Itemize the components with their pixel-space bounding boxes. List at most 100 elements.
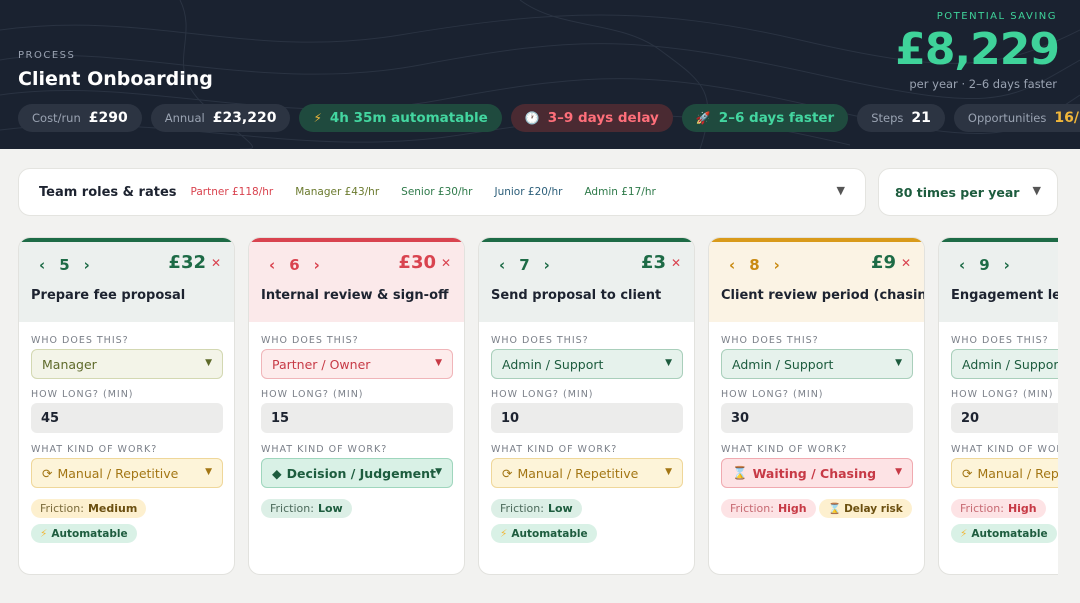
team-roles-dropdown[interactable]: Team roles & rates Partner £118/hr Manag… [18, 168, 866, 216]
step-card: ‹ 9 › Engagement lette WHO DOES THIS? Ad… [938, 237, 1058, 575]
chevron-left-icon[interactable]: ‹ [39, 256, 45, 274]
automatable-pill: ⚡ 4h 35m automatable [299, 104, 502, 132]
diamond-icon: ◆ [272, 465, 282, 481]
kind-label: WHAT KIND OF WORK? [721, 444, 848, 455]
minutes-input[interactable]: 10 [491, 403, 683, 433]
chevron-left-icon[interactable]: ‹ [729, 256, 735, 274]
kind-label: WHAT KIND OF WORK? [491, 444, 618, 455]
kind-value: Decision / Judgement [286, 465, 436, 481]
chevron-left-icon[interactable]: ‹ [269, 256, 275, 274]
who-label: WHO DOES THIS? [261, 335, 359, 346]
hourglass-icon: ⌛ [732, 465, 748, 480]
role-rate-partner: Partner £118/hr [190, 186, 274, 198]
chevron-right-icon[interactable]: › [774, 256, 780, 274]
pill-label: Steps [871, 111, 904, 125]
who-select[interactable]: Manager ▼ [31, 349, 223, 379]
pill-text: 3–9 days delay [547, 110, 659, 126]
who-value: Admin / Support [502, 356, 604, 372]
steps-pill: Steps 21 [857, 104, 945, 132]
pill-text: 2–6 days faster [718, 110, 835, 126]
chevron-right-icon[interactable]: › [1004, 256, 1010, 274]
close-icon[interactable]: ✕ [671, 256, 681, 270]
lightning-icon: ⚡ [500, 527, 508, 540]
chevron-down-icon: ▼ [1032, 184, 1041, 197]
chevron-down-icon: ▼ [665, 467, 672, 477]
minutes-input[interactable]: 20 [951, 403, 1058, 433]
who-value: Manager [42, 356, 97, 372]
lightning-icon: ⚡ [40, 527, 48, 540]
minutes-input[interactable]: 45 [31, 403, 223, 433]
role-rate-junior: Junior £20/hr [494, 186, 563, 198]
friction-badge: Friction: Low [261, 499, 352, 518]
friction-badge: Friction: Medium [31, 499, 147, 518]
kind-label: WHAT KIND OF WORK? [951, 444, 1058, 455]
chevron-down-icon: ▼ [836, 184, 845, 197]
kind-select[interactable]: ⌛ Waiting / Chasing ▼ [721, 458, 913, 488]
friction-label: Friction: [40, 502, 84, 515]
frequency-select[interactable]: 80 times per year ▼ [878, 168, 1058, 216]
step-card: ‹ 6 › £30 ✕ Internal review & sign-off W… [248, 237, 465, 575]
step-card: ‹ 7 › £3 ✕ Send proposal to client WHO D… [478, 237, 695, 575]
who-label: WHO DOES THIS? [951, 335, 1049, 346]
friction-value: Medium [87, 502, 138, 515]
friction-label: Friction: [500, 502, 544, 515]
step-name: Engagement lette [951, 288, 1058, 303]
pill-label: Cost/run [32, 111, 81, 125]
frequency-value: 80 times per year [895, 184, 1020, 200]
who-select[interactable]: Admin / Support ▼ [491, 349, 683, 379]
chevron-down-icon: ▼ [435, 467, 442, 477]
pill-value: £290 [88, 110, 128, 126]
how-long-label: HOW LONG? (MIN) [491, 389, 594, 400]
step-number: 5 [59, 256, 70, 274]
saving-subtitle: per year · 2–6 days faster [909, 77, 1057, 91]
chevron-left-icon[interactable]: ‹ [959, 256, 965, 274]
refresh-icon: ⟳ [42, 465, 53, 481]
kind-value: Waiting / Chasing [752, 465, 877, 481]
step-name: Send proposal to client [491, 288, 662, 303]
chevron-right-icon[interactable]: › [314, 256, 320, 274]
step-name: Prepare fee proposal [31, 288, 186, 303]
summary-pills: Cost/run £290 Annual £23,220 ⚡ 4h 35m au… [18, 104, 1080, 132]
chevron-right-icon[interactable]: › [84, 256, 90, 274]
role-rate-manager: Manager £43/hr [295, 186, 380, 198]
page-title: Client Onboarding [18, 68, 213, 90]
refresh-icon: ⟳ [962, 465, 973, 481]
kind-select[interactable]: ⟳ Manual / Repetitive ▼ [31, 458, 223, 488]
pill-value: 21 [911, 110, 931, 126]
close-icon[interactable]: ✕ [211, 256, 221, 270]
who-select[interactable]: Admin / Support [951, 349, 1058, 379]
process-label: PROCESS [18, 50, 76, 61]
saving-label: POTENTIAL SAVING [936, 11, 1057, 22]
kind-select[interactable]: ⟳ Manual / Repe [951, 458, 1058, 488]
how-long-label: HOW LONG? (MIN) [261, 389, 364, 400]
minutes-input[interactable]: 15 [261, 403, 453, 433]
chevron-right-icon[interactable]: › [544, 256, 550, 274]
kind-select[interactable]: ◆ Decision / Judgement ▼ [261, 458, 453, 488]
chevron-down-icon: ▼ [435, 358, 442, 368]
cost-per-run-pill: Cost/run £290 [18, 104, 142, 132]
opportunities-pill: Opportunities 16/21 [953, 104, 1080, 132]
who-value: Admin / Support [962, 356, 1058, 372]
step-nav: ‹ 9 › [959, 256, 1010, 274]
lightning-icon: ⚡ [960, 527, 968, 540]
friction-badge: Friction: Low [491, 499, 582, 518]
lightning-icon: ⚡ [313, 111, 322, 125]
process-header: PROCESS Client Onboarding POTENTIAL SAVI… [0, 0, 1080, 149]
close-icon[interactable]: ✕ [901, 256, 911, 270]
pill-label: Opportunities [967, 111, 1047, 125]
chevron-left-icon[interactable]: ‹ [499, 256, 505, 274]
card-header [939, 242, 1058, 322]
step-cost: £9 [870, 252, 896, 273]
who-select[interactable]: Admin / Support ▼ [721, 349, 913, 379]
close-icon[interactable]: ✕ [441, 256, 451, 270]
chevron-down-icon: ▼ [895, 358, 902, 368]
step-name: Client review period (chasing) [721, 288, 925, 303]
step-cost: £32 [168, 252, 206, 273]
automatable-badge: ⚡ Automatable [31, 524, 137, 543]
delay-pill: 🕐 3–9 days delay [510, 104, 673, 132]
role-rate-admin: Admin £17/hr [584, 186, 656, 198]
kind-select[interactable]: ⟳ Manual / Repetitive ▼ [491, 458, 683, 488]
step-cards: ‹ 5 › £32 ✕ Prepare fee proposal WHO DOE… [18, 237, 1058, 577]
minutes-input[interactable]: 30 [721, 403, 913, 433]
who-select[interactable]: Partner / Owner ▼ [261, 349, 453, 379]
